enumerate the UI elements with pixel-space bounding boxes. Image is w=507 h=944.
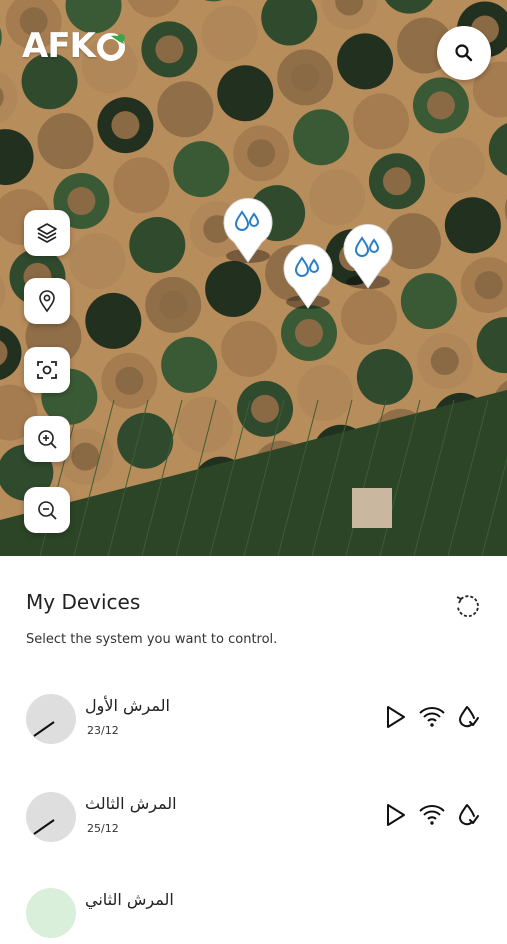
- zoom-out-icon: [38, 501, 57, 520]
- device-date: 25/12: [87, 822, 119, 835]
- focus-button[interactable]: [24, 347, 70, 393]
- panel-subtitle: Select the system you want to control.: [26, 632, 278, 647]
- focus-frame-icon: [37, 361, 57, 379]
- device-date: 23/12: [87, 724, 119, 737]
- layers-icon: [37, 223, 57, 243]
- refresh-icon[interactable]: [453, 592, 481, 620]
- zoom-in-button[interactable]: [24, 416, 70, 462]
- device-row[interactable]: المرش الثاني: [0, 884, 507, 944]
- device-name: المرش الأول: [85, 696, 170, 715]
- device-avatar: [26, 792, 76, 842]
- devices-panel: My Devices Select the system you want to…: [0, 556, 507, 938]
- device-row[interactable]: المرش الأول 23/12: [0, 690, 507, 750]
- play-icon[interactable]: [382, 704, 408, 730]
- wifi-icon[interactable]: [417, 802, 445, 828]
- layers-button[interactable]: [24, 210, 70, 256]
- search-icon: [455, 44, 473, 62]
- device-avatar: [26, 888, 76, 938]
- wifi-icon[interactable]: [417, 704, 445, 730]
- map-pin-2[interactable]: [276, 236, 340, 312]
- water-drop-icon[interactable]: [455, 704, 481, 730]
- logo-text: AFK: [22, 26, 96, 66]
- water-drop-icon[interactable]: [455, 802, 481, 828]
- search-button[interactable]: [437, 26, 491, 80]
- device-name: المرش الثالث: [85, 794, 177, 813]
- map-pin-1[interactable]: [216, 190, 280, 266]
- play-icon[interactable]: [382, 802, 408, 828]
- panel-title: My Devices: [26, 590, 141, 614]
- device-avatar: [26, 694, 76, 744]
- app-logo: AFK: [22, 26, 128, 66]
- logo-o-icon: [96, 30, 128, 62]
- map-imagery: [0, 0, 507, 556]
- zoom-out-button[interactable]: [24, 487, 70, 533]
- zoom-in-icon: [38, 430, 57, 449]
- location-pin-icon: [39, 290, 55, 313]
- map-pin-3[interactable]: [336, 216, 400, 292]
- device-row[interactable]: المرش الثالث 25/12: [0, 788, 507, 848]
- location-button[interactable]: [24, 278, 70, 324]
- satellite-map[interactable]: AFK: [0, 0, 507, 556]
